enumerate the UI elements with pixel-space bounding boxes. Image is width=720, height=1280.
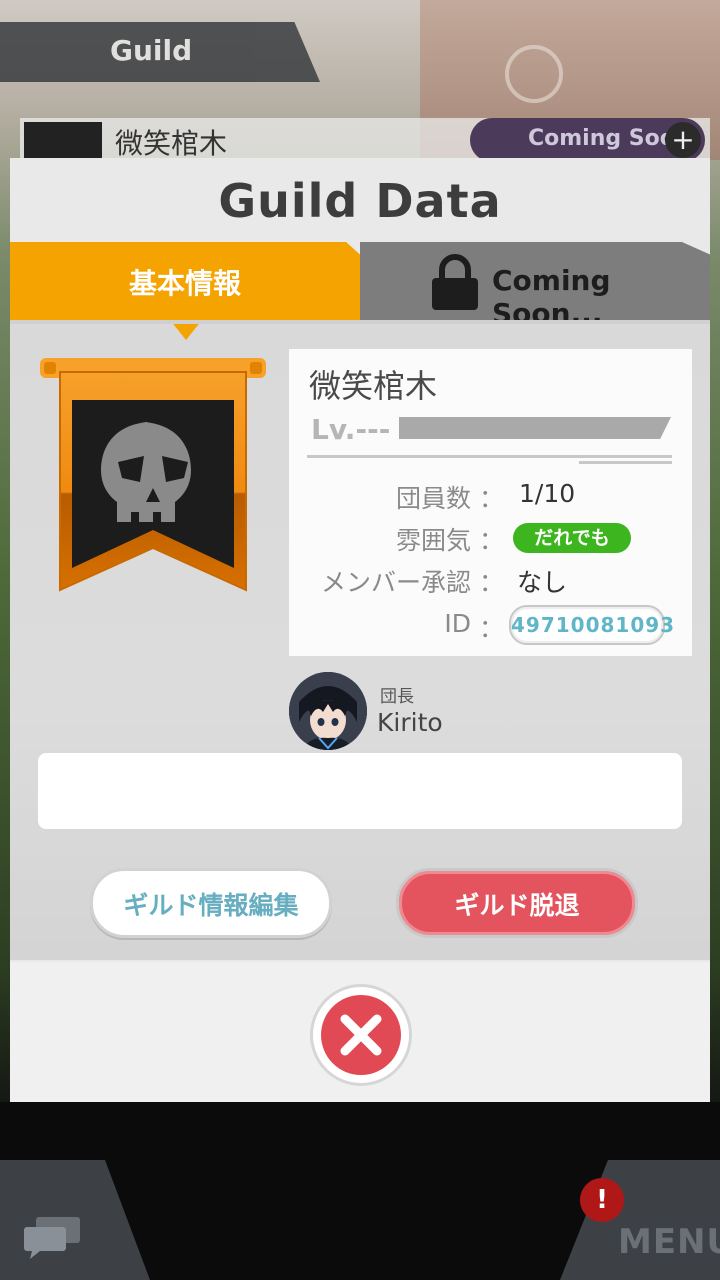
menu-button[interactable]: MENU (618, 1222, 720, 1262)
edit-guild-info-button[interactable]: ギルド情報編集 (90, 868, 332, 938)
tab-basic-info-label: 基本情報 (128, 267, 241, 300)
background-guild-emblem (24, 122, 102, 162)
members-label: 団員数 (395, 484, 471, 513)
guild-level-bar (399, 417, 671, 439)
leader-name: Kirito (377, 708, 443, 737)
background-coming-soon-button: Coming Soon + (470, 118, 705, 162)
tab-basic-info[interactable]: 基本情報 (10, 242, 360, 320)
tab-coming-soon[interactable]: Coming Soon... (360, 242, 710, 320)
approval-label: メンバー承認 (320, 568, 471, 597)
close-button[interactable] (310, 984, 412, 1086)
mood-badge: だれでも (513, 523, 631, 553)
close-button-face (321, 995, 401, 1075)
alert-badge: ! (580, 1178, 624, 1222)
plus-icon: + (665, 122, 701, 158)
background-guild-name: 微笑棺木 (115, 127, 228, 160)
colon: ： (479, 484, 505, 513)
background-guild-tab: Guild (0, 22, 320, 82)
guild-emblem (40, 358, 266, 592)
guild-data-dialog: Guild Data 基本情報 Coming Soon... 微笑棺木 Lv.-… (10, 158, 710, 1102)
chat-icon[interactable] (22, 1215, 82, 1259)
guild-info-card: 微笑棺木 Lv.--- 団員数 ： 1/10 雰囲気 ： だれでも メンバー承認… (289, 349, 692, 656)
leader-role-label: 団長 (380, 687, 414, 707)
divider (579, 461, 672, 464)
colon: ： (479, 614, 505, 643)
guild-level: Lv.--- (311, 413, 391, 446)
colon: ： (479, 568, 505, 597)
mood-label: 雰囲気 (395, 526, 471, 555)
guild-id-pill[interactable]: 49710081093 (509, 605, 674, 645)
edit-guild-info-label: ギルド情報編集 (123, 891, 299, 920)
avatar-portrait (289, 672, 367, 750)
approval-value: なし (517, 568, 568, 597)
leave-guild-button[interactable]: ギルド脱退 (396, 868, 638, 938)
background-guild-tab-label: Guild (110, 34, 193, 67)
tab-divider (10, 320, 710, 324)
members-value: 1/10 (519, 479, 576, 508)
divider (307, 455, 672, 458)
dialog-footer (10, 962, 710, 1102)
background-rose-window (505, 45, 563, 103)
leader-avatar[interactable] (289, 672, 367, 750)
guild-name: 微笑棺木 (309, 367, 438, 405)
guild-description-box (38, 753, 682, 829)
id-label: ID (444, 609, 471, 638)
dialog-title: Guild Data (218, 174, 502, 228)
colon: ： (479, 526, 505, 555)
lock-icon (432, 254, 478, 310)
close-icon (340, 1014, 382, 1056)
leave-guild-label: ギルド脱退 (454, 891, 580, 920)
